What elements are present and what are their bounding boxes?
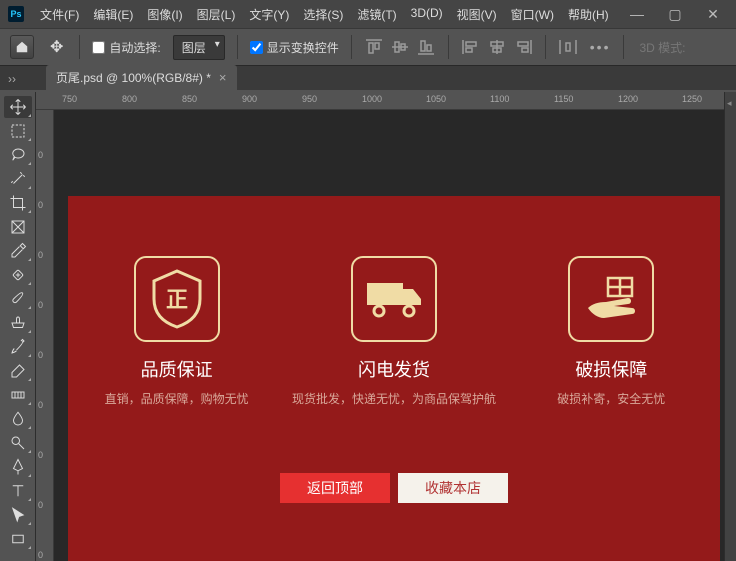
feature-damage: 破损保障 破损补寄，安全无忧	[506, 256, 716, 407]
align-bottom-icon[interactable]	[416, 38, 436, 56]
feature-title: 品质保证	[141, 356, 213, 382]
back-to-top-button[interactable]: 返回顶部	[280, 473, 390, 503]
lasso-tool[interactable]	[4, 144, 32, 166]
favorite-shop-button[interactable]: 收藏本店	[398, 473, 508, 503]
healing-tool[interactable]	[4, 264, 32, 286]
feature-title: 闪电发货	[358, 356, 430, 382]
separator	[351, 35, 352, 59]
document-title: 页尾.psd @ 100%(RGB/8#) *	[56, 69, 211, 86]
menu-edit[interactable]: 编辑(E)	[87, 2, 139, 27]
hand-package-icon	[568, 256, 654, 342]
main-menu: 文件(F) 编辑(E) 图像(I) 图层(L) 文字(Y) 选择(S) 滤镜(T…	[34, 2, 615, 27]
separator	[623, 35, 624, 59]
eyedropper-tool[interactable]	[4, 240, 32, 262]
feature-row: 正 品质保证 直销，品质保障，购物无忧 闪电发货 现货批发，快递无忧，为商品保驾…	[68, 256, 720, 407]
cta-button-row: 返回顶部 收藏本店	[68, 473, 720, 503]
menu-3d[interactable]: 3D(D)	[405, 2, 449, 27]
magic-wand-tool[interactable]	[4, 168, 32, 190]
menu-view[interactable]: 视图(V)	[451, 2, 503, 27]
close-tab-icon[interactable]: ×	[219, 70, 227, 85]
feature-desc: 直销，品质保障，购物无忧	[105, 390, 249, 407]
tools-panel	[0, 92, 36, 561]
options-bar: ✥ 自动选择: 图层 显示变换控件 ••• 3D 模式:	[0, 28, 736, 66]
menu-select[interactable]: 选择(S)	[297, 2, 349, 27]
clone-stamp-tool[interactable]	[4, 312, 32, 334]
type-tool[interactable]	[4, 480, 32, 502]
svg-text:正: 正	[166, 287, 188, 312]
right-panel-collapsed[interactable]	[724, 92, 736, 561]
ps-logo: Ps	[8, 6, 24, 22]
quality-badge-icon: 正	[134, 256, 220, 342]
auto-select-label: 自动选择:	[109, 39, 160, 56]
artboard: 正 品质保证 直销，品质保障，购物无忧 闪电发货 现货批发，快递无忧，为商品保驾…	[68, 196, 720, 561]
document-tab[interactable]: 页尾.psd @ 100%(RGB/8#) * ×	[46, 65, 237, 90]
blur-tool[interactable]	[4, 408, 32, 430]
feature-desc: 破损补寄，安全无忧	[557, 390, 665, 407]
align-top-icon[interactable]	[364, 38, 384, 56]
path-selection-tool[interactable]	[4, 504, 32, 526]
layer-dropdown[interactable]: 图层	[173, 35, 225, 60]
separator	[448, 35, 449, 59]
feature-shipping: 闪电发货 现货批发，快递无忧，为商品保驾护航	[289, 256, 499, 407]
more-options-icon[interactable]: •••	[590, 39, 611, 55]
feature-quality: 正 品质保证 直销，品质保障，购物无忧	[72, 256, 282, 407]
title-bar: Ps 文件(F) 编辑(E) 图像(I) 图层(L) 文字(Y) 选择(S) 滤…	[0, 0, 736, 28]
maximize-button[interactable]: ▢	[660, 4, 690, 24]
document-tab-bar: 页尾.psd @ 100%(RGB/8#) * ×	[0, 66, 736, 90]
align-hcenter-icon[interactable]	[487, 38, 507, 56]
panel-toggle-icon[interactable]: ››	[8, 72, 16, 86]
minimize-button[interactable]: —	[622, 4, 652, 24]
show-transform-label: 显示变换控件	[267, 39, 339, 56]
vertical-ruler: 0 0 0 0 0 0 0 0 0	[36, 110, 54, 561]
separator	[79, 35, 80, 59]
crop-tool[interactable]	[4, 192, 32, 214]
menu-file[interactable]: 文件(F)	[34, 2, 85, 27]
menu-layer[interactable]: 图层(L)	[191, 2, 242, 27]
separator	[545, 35, 546, 59]
distribute-h-icon[interactable]	[558, 38, 578, 56]
brush-tool[interactable]	[4, 288, 32, 310]
align-right-icon[interactable]	[513, 38, 533, 56]
home-button[interactable]	[10, 35, 34, 59]
menu-window[interactable]: 窗口(W)	[505, 2, 560, 27]
horizontal-ruler: 750 800 850 900 950 1000 1050 1100 1150 …	[36, 92, 724, 110]
distribute-group	[558, 38, 578, 56]
history-brush-tool[interactable]	[4, 336, 32, 358]
align-group-2	[461, 38, 533, 56]
marquee-tool[interactable]	[4, 120, 32, 142]
align-left-icon[interactable]	[461, 38, 481, 56]
window-controls: — ▢ ✕	[622, 4, 728, 24]
show-transform-checkbox[interactable]: 显示变换控件	[250, 39, 339, 56]
align-group-1	[364, 38, 436, 56]
pen-tool[interactable]	[4, 456, 32, 478]
truck-icon	[351, 256, 437, 342]
canvas-area[interactable]: 正 品质保证 直销，品质保障，购物无忧 闪电发货 现货批发，快递无忧，为商品保驾…	[54, 110, 724, 561]
frame-tool[interactable]	[4, 216, 32, 238]
move-tool[interactable]	[4, 96, 32, 118]
menu-image[interactable]: 图像(I)	[141, 2, 188, 27]
eraser-tool[interactable]	[4, 360, 32, 382]
menu-help[interactable]: 帮助(H)	[562, 2, 615, 27]
rectangle-tool[interactable]	[4, 528, 32, 550]
feature-desc: 现货批发，快递无忧，为商品保驾护航	[292, 390, 496, 407]
separator	[237, 35, 238, 59]
menu-type[interactable]: 文字(Y)	[243, 2, 295, 27]
auto-select-checkbox[interactable]: 自动选择:	[92, 39, 160, 56]
close-button[interactable]: ✕	[698, 4, 728, 24]
menu-filter[interactable]: 滤镜(T)	[351, 2, 402, 27]
dodge-tool[interactable]	[4, 432, 32, 454]
align-vcenter-icon[interactable]	[390, 38, 410, 56]
3d-mode-label: 3D 模式:	[640, 39, 686, 56]
gradient-tool[interactable]	[4, 384, 32, 406]
feature-title: 破损保障	[575, 356, 647, 382]
move-tool-icon[interactable]: ✥	[46, 35, 67, 59]
